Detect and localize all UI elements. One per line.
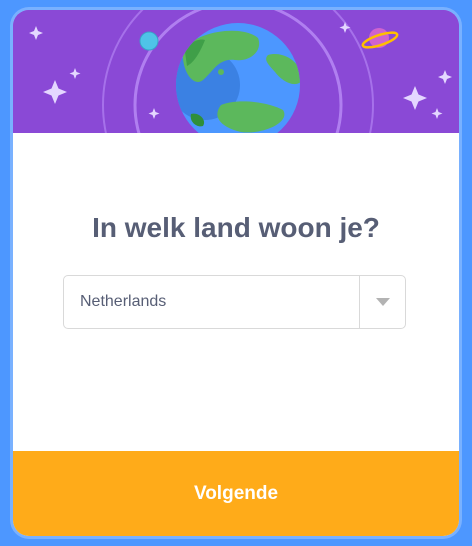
country-dialog: In welk land woon je? Netherlands Volgen…: [13, 10, 459, 536]
selected-country: Netherlands: [80, 293, 167, 310]
moon-icon: [139, 31, 159, 51]
select-divider: [359, 276, 360, 328]
dialog-frame: In welk land woon je? Netherlands Volgen…: [0, 0, 472, 546]
dialog-body: In welk land woon je? Netherlands: [13, 133, 459, 451]
country-select[interactable]: Netherlands: [63, 275, 406, 329]
chevron-down-icon[interactable]: [376, 298, 390, 306]
country-question: In welk land woon je?: [92, 212, 380, 243]
next-button[interactable]: Volgende: [13, 451, 459, 536]
header-illustration: [13, 10, 459, 133]
